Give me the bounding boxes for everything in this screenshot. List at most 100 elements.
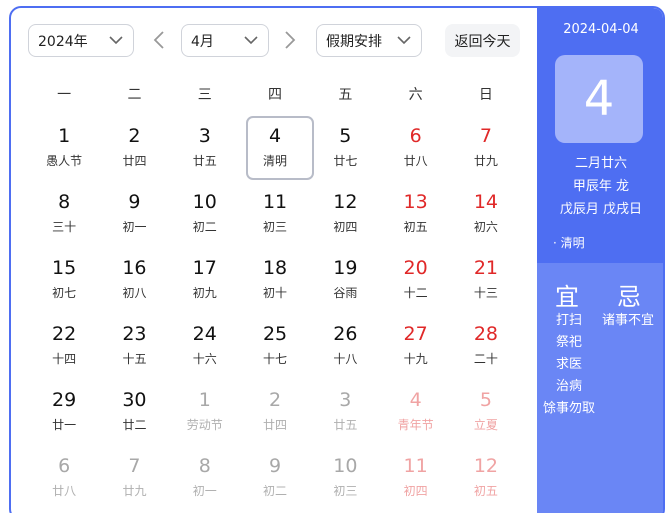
day-cell[interactable]: 16 初八 bbox=[99, 248, 169, 314]
day-cell[interactable]: 15 初七 bbox=[29, 248, 99, 314]
day-cell[interactable]: 4 青年节 bbox=[380, 380, 450, 446]
day-cell[interactable]: 23 十五 bbox=[99, 314, 169, 380]
day-cell[interactable]: 9 初一 bbox=[99, 182, 169, 248]
day-cell[interactable]: 28 二十 bbox=[451, 314, 521, 380]
day-number: 12 bbox=[333, 191, 358, 213]
lunar-label: 初二 bbox=[263, 484, 288, 498]
month-select[interactable]: 4月 bbox=[181, 24, 269, 57]
lunar-label: 廿八 bbox=[403, 154, 428, 168]
day-cell[interactable]: 10 初三 bbox=[310, 446, 380, 512]
calendar-toolbar: 2024年 4月 假期安排 返回今天 bbox=[11, 8, 537, 68]
lunar-label: 廿二 bbox=[122, 418, 147, 432]
day-number: 6 bbox=[409, 125, 422, 147]
day-cell[interactable]: 20 十二 bbox=[380, 248, 450, 314]
lunar-date: 二月廿六 bbox=[574, 156, 627, 171]
day-cell[interactable]: 22 十四 bbox=[29, 314, 99, 380]
day-cell[interactable]: 30 廿二 bbox=[99, 380, 169, 446]
lunar-label: 十八 bbox=[333, 352, 358, 366]
year-select-value: 2024年 bbox=[38, 33, 88, 50]
lunar-label: 初六 bbox=[473, 220, 498, 234]
day-number: 24 bbox=[192, 323, 217, 345]
day-number: 6 bbox=[58, 455, 71, 477]
year-select[interactable]: 2024年 bbox=[28, 24, 134, 57]
lunar-label: 初五 bbox=[403, 220, 428, 234]
holiday-select[interactable]: 假期安排 bbox=[316, 24, 422, 57]
day-cell[interactable]: 5 立夏 bbox=[451, 380, 521, 446]
day-number: 21 bbox=[473, 257, 499, 279]
lunar-label: 愚人节 bbox=[46, 154, 83, 168]
lunar-label: 初五 bbox=[473, 484, 498, 498]
weekday-header: 一 二 三 四 五 六 日 bbox=[29, 83, 521, 107]
chevron-right-icon[interactable] bbox=[281, 30, 297, 50]
day-cell[interactable]: 8 三十 bbox=[29, 182, 99, 248]
day-cell[interactable]: 12 初五 bbox=[451, 446, 521, 512]
chevron-down-icon bbox=[244, 36, 258, 45]
lunar-label: 廿四 bbox=[122, 154, 147, 168]
day-cell[interactable]: 13 初五 bbox=[380, 182, 450, 248]
day-cell[interactable]: 24 十六 bbox=[170, 314, 240, 380]
day-cell[interactable]: 9 初二 bbox=[240, 446, 310, 512]
day-number: 12 bbox=[473, 455, 499, 477]
day-cell[interactable]: 26 十八 bbox=[310, 314, 380, 380]
day-cell[interactable]: 6 廿八 bbox=[380, 116, 450, 182]
day-number: 2 bbox=[268, 389, 282, 411]
day-cell[interactable]: 11 初三 bbox=[240, 182, 310, 248]
day-cell[interactable]: 1 愚人节 bbox=[29, 116, 99, 182]
day-cell-selected[interactable]: 4 清明 bbox=[240, 116, 315, 182]
weekday-label: 六 bbox=[408, 87, 423, 103]
lunar-label: 十九 bbox=[403, 352, 428, 366]
day-number: 11 bbox=[262, 191, 288, 213]
chevron-down-icon bbox=[109, 36, 123, 45]
lunar-label: 廿四 bbox=[263, 418, 288, 432]
day-cell[interactable]: 19 谷雨 bbox=[310, 248, 380, 314]
chevron-left-icon[interactable] bbox=[152, 30, 168, 50]
day-cell[interactable]: 14 初六 bbox=[451, 182, 521, 248]
month-select-value: 4月 bbox=[191, 33, 214, 50]
day-number: 28 bbox=[473, 323, 499, 345]
day-cell[interactable]: 29 廿一 bbox=[29, 380, 99, 446]
day-cell[interactable]: 6 廿八 bbox=[29, 446, 99, 512]
calendar-main: 2024年 4月 假期安排 返回今天 一 二 三 四 五 六 日 1 愚人节 2 廿 bbox=[11, 8, 537, 513]
day-cell[interactable]: 21 十三 bbox=[451, 248, 521, 314]
lunar-label: 初三 bbox=[333, 484, 358, 498]
lunar-label: 初十 bbox=[263, 286, 288, 300]
day-cell[interactable]: 7 廿九 bbox=[99, 446, 169, 512]
day-cell[interactable]: 3 廿五 bbox=[310, 380, 380, 446]
day-number: 9 bbox=[128, 191, 141, 213]
lunar-label: 清明 bbox=[263, 154, 288, 168]
day-cell[interactable]: 7 廿九 bbox=[451, 116, 521, 182]
weekday-label: 日 bbox=[478, 87, 493, 103]
day-number: 13 bbox=[403, 191, 428, 213]
day-grid: 1 愚人节 2 廿四 3 廿五 4 清明 5 廿七 6 廿八 7 廿九 8 三十 9 初一 10 初二 11 初三 12 初四… bbox=[29, 116, 521, 512]
lunar-label: 十六 bbox=[192, 352, 217, 366]
day-cell[interactable]: 27 十九 bbox=[380, 314, 450, 380]
calendar-widget: 2024年 4月 假期安排 返回今天 一 二 三 四 五 六 日 1 愚人节 2 廿 bbox=[9, 6, 665, 513]
ji-list: 诸事不宜 bbox=[602, 310, 654, 332]
day-number: 4 bbox=[409, 389, 422, 411]
day-cell[interactable]: 3 廿五 bbox=[170, 116, 240, 182]
day-cell[interactable]: 10 初二 bbox=[170, 182, 240, 248]
day-cell[interactable]: 5 廿七 bbox=[310, 116, 380, 182]
yi-item: 馀事勿取 bbox=[542, 401, 595, 416]
day-number: 7 bbox=[479, 125, 492, 147]
day-detail-panel: 2024-04-04 4 二月廿六 甲辰年 龙 戊辰月 戊戌日 · 清明 宜 忌… bbox=[537, 8, 663, 513]
day-number: 19 bbox=[333, 257, 358, 279]
day-cell[interactable]: 11 初四 bbox=[380, 446, 450, 512]
lunar-label: 劳动节 bbox=[186, 418, 223, 432]
day-cell[interactable]: 8 初一 bbox=[170, 446, 240, 512]
day-cell[interactable]: 18 初十 bbox=[240, 248, 310, 314]
lunar-label: 廿九 bbox=[473, 154, 498, 168]
day-cell[interactable]: 12 初四 bbox=[310, 182, 380, 248]
lunar-label: 二十 bbox=[473, 352, 498, 366]
day-cell[interactable]: 25 十七 bbox=[240, 314, 310, 380]
lunar-label: 初一 bbox=[122, 220, 147, 234]
yi-item: 治病 bbox=[555, 379, 582, 394]
day-detail-top: 2024-04-04 4 二月廿六 甲辰年 龙 戊辰月 戊戌日 · 清明 bbox=[537, 8, 663, 263]
lunar-label: 十五 bbox=[122, 352, 147, 366]
back-to-today-button[interactable]: 返回今天 bbox=[445, 24, 520, 57]
day-cell[interactable]: 17 初九 bbox=[170, 248, 240, 314]
day-cell[interactable]: 2 廿四 bbox=[99, 116, 169, 182]
day-cell[interactable]: 1 劳动节 bbox=[170, 380, 240, 446]
day-cell[interactable]: 2 廿四 bbox=[240, 380, 310, 446]
festival-label: · 清明 bbox=[553, 236, 585, 250]
